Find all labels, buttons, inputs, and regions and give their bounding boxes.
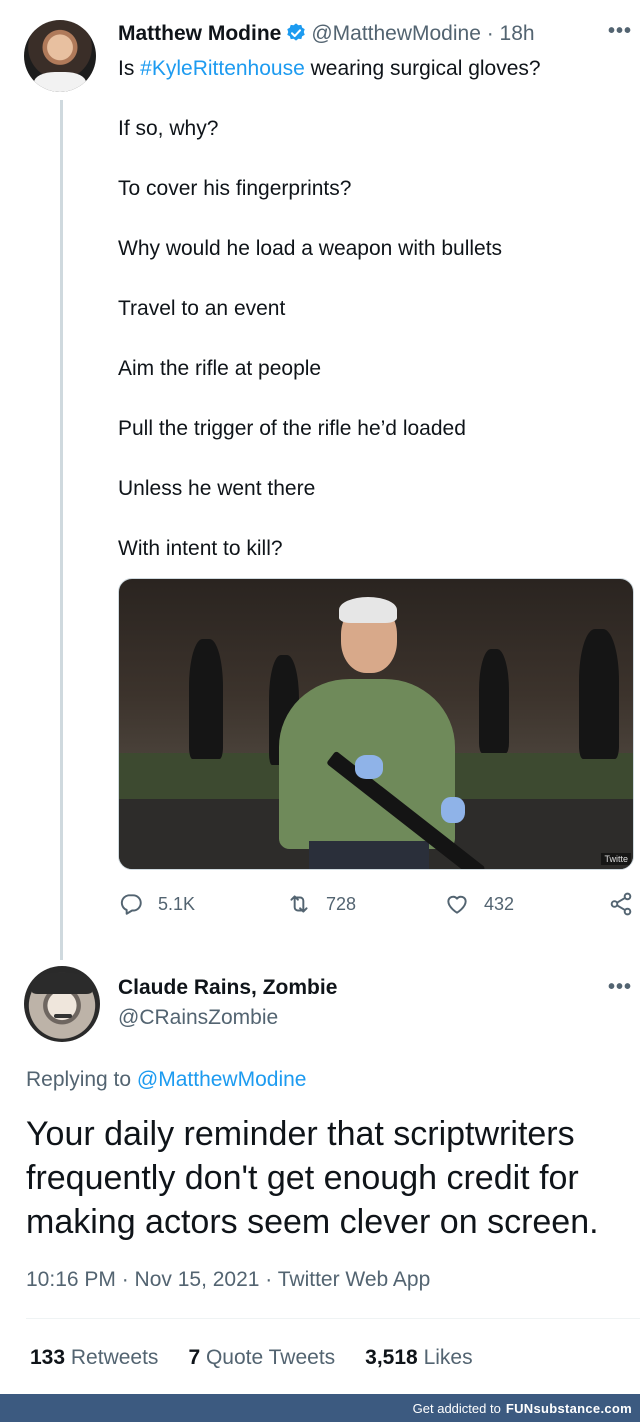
reply-author-handle[interactable]: @CRainsZombie [118,1004,278,1032]
tweet-line: Aim the rifle at people [118,357,322,380]
background-person [189,639,223,759]
author-handle[interactable]: @MatthewModine [311,22,481,45]
thread-connector-line [60,100,63,960]
likes-count: 3,518 [365,1346,418,1369]
retweets-label: Retweets [70,1346,159,1369]
reply-timestamp[interactable]: 10:16 PM · Nov 15, 2021 · Twitter Web Ap… [26,1266,430,1294]
tweet-line: To cover his fingerprints? [118,177,352,200]
retweets-count: 133 [30,1346,66,1369]
likes-stat[interactable]: 3,518 Likes [365,1344,472,1372]
banner-brand: FUNsubstance.com [505,1400,632,1416]
reply-author-name[interactable]: Claude Rains, Zombie [118,974,337,1002]
tweet-text: Is #KyleRittenhouse wearing surgical glo… [118,55,618,595]
share-button[interactable] [608,889,640,919]
verified-badge-icon [287,23,306,41]
hashtag-link[interactable]: #KyleRittenhouse [140,57,305,80]
banner-tagline: Get addicted to [412,1400,501,1416]
media-glove [355,755,383,779]
avatar-hat [32,972,92,994]
author-name[interactable]: Matthew Modine [118,22,281,45]
like-count: 432 [484,893,515,914]
tweet-media-image[interactable]: Twitte [118,578,634,870]
media-watermark: Twitte [601,853,631,865]
tweet-line: Why would he load a weapon with bullets [118,237,503,260]
engagement-stats: 133 Retweets 7 Quote Tweets 3,518 Likes [30,1344,503,1372]
more-options-icon[interactable]: ••• [608,20,632,43]
like-button[interactable]: 432 [444,889,514,919]
tweet-line: Is #KyleRittenhouse wearing surgical glo… [118,55,618,115]
avatar-shirt [34,72,86,92]
retweets-stat[interactable]: 133 Retweets [30,1344,158,1372]
quotes-count: 7 [188,1346,201,1369]
reply-button[interactable]: 5.1K [118,889,195,919]
tweet-line: Pull the trigger of the rifle he’d loade… [118,417,466,440]
background-person [579,629,619,759]
retweet-count: 728 [326,893,357,914]
divider [26,1318,640,1319]
tweet-line: Travel to an event [118,297,286,320]
avatar-mustache [54,1014,72,1018]
reply-avatar[interactable] [24,966,100,1042]
likes-label: Likes [423,1346,473,1369]
tweet-time[interactable]: · 18h [487,22,535,45]
media-glove [441,797,465,823]
reply-count: 5.1K [158,893,196,914]
retweet-button[interactable]: 728 [286,889,356,919]
more-options-icon[interactable]: ••• [608,976,632,999]
text-span: wearing surgical gloves? [304,57,541,80]
reply-icon [120,894,142,915]
mention-link[interactable]: @MatthewModine [137,1068,307,1091]
retweet-icon [290,895,308,913]
replying-to-line: Replying to @MatthewModine [26,1066,306,1094]
quotes-label: Quote Tweets [205,1346,336,1369]
like-icon [447,895,467,914]
media-subject-cap [339,597,397,623]
avatar[interactable] [24,20,96,92]
reply-text: Your daily reminder that scriptwriters f… [26,1115,599,1241]
watermark-banner: Get addicted to FUNsubstance.com [0,1394,640,1422]
text-span: Is [118,57,141,80]
background-person [479,649,509,753]
tweet-line: If so, why? [118,117,219,140]
quote-tweets-stat[interactable]: 7 Quote Tweets [188,1344,335,1372]
tweet-header: Matthew Modine @MatthewModine · 18h [118,20,535,48]
media-subject-pants [309,841,429,869]
share-icon [610,892,632,916]
replying-label: Replying to [26,1068,132,1091]
tweet-line: Unless he went there [118,477,316,500]
